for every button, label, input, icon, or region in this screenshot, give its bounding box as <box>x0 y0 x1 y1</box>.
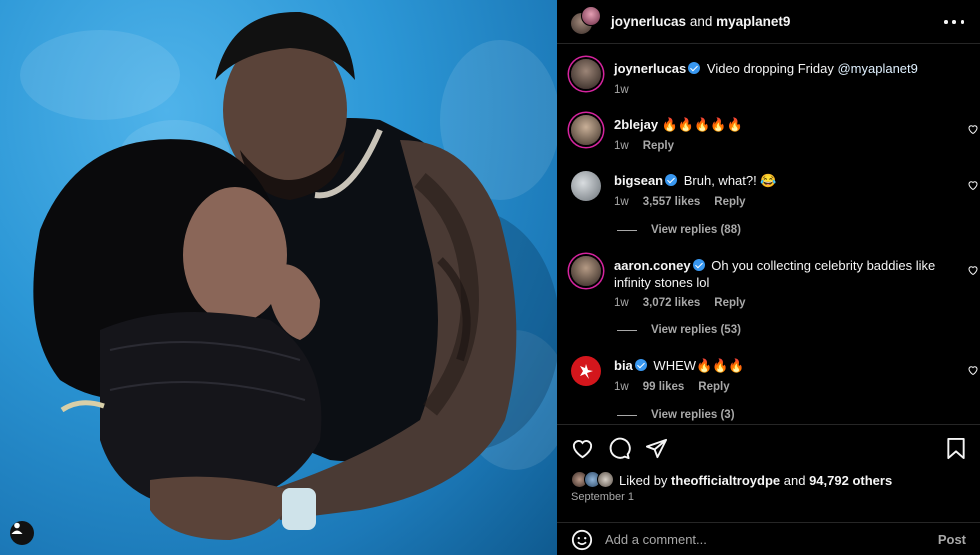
comment-username[interactable]: bigsean <box>614 173 663 188</box>
avatar[interactable] <box>571 115 601 145</box>
couple-illustration <box>33 11 517 540</box>
heart-icon[interactable] <box>571 437 594 460</box>
verified-badge-icon <box>634 359 647 371</box>
view-replies-label: View replies (3) <box>651 409 735 421</box>
header-user-link[interactable]: joynerlucas <box>611 14 686 29</box>
emoji-icon[interactable] <box>571 529 593 551</box>
post-actions: Liked by theofficialtroydpe and 94,792 o… <box>557 424 980 555</box>
liked-by-prefix: Liked by <box>619 472 668 488</box>
post-date[interactable]: September 1 <box>571 491 634 503</box>
comment-text: Bruh, what?! 😂 <box>683 173 777 188</box>
comment-time[interactable]: 1w <box>614 297 629 309</box>
view-replies-button[interactable]: View replies (53) <box>617 324 741 336</box>
avatar[interactable] <box>571 171 601 201</box>
view-replies-label: View replies (88) <box>651 224 741 236</box>
view-replies-label: View replies (53) <box>651 324 741 336</box>
comment-time[interactable]: 1w <box>614 140 629 152</box>
likes-summary: Liked by theofficialtroydpe and 94,792 o… <box>571 471 892 489</box>
comment-text: 🔥🔥🔥🔥🔥 <box>661 117 743 132</box>
liked-by-user[interactable]: theofficialtroydpe <box>671 473 780 488</box>
liker-avatars[interactable] <box>571 471 615 489</box>
add-comment-bar: Add a comment... Post <box>557 522 980 555</box>
comments-list: joynerlucas Video dropping Friday @myapl… <box>557 44 980 424</box>
verified-badge-icon <box>688 62 701 74</box>
divider-line <box>617 329 637 331</box>
more-icon[interactable] <box>944 13 964 31</box>
liked-by-and: and <box>783 472 806 488</box>
view-replies-button[interactable]: View replies (88) <box>617 224 741 236</box>
avatar[interactable] <box>571 256 601 286</box>
reply-button[interactable]: Reply <box>698 381 729 393</box>
reply-button[interactable]: Reply <box>714 297 745 309</box>
verified-badge-icon <box>692 259 705 271</box>
comment-username[interactable]: joynerlucas <box>614 61 686 76</box>
post-sidebar: joynerlucas and myaplanet9 joynerlucas V… <box>557 0 980 555</box>
post-button[interactable]: Post <box>938 532 966 547</box>
caption-text: Video dropping Friday <box>706 61 834 76</box>
comment-likes[interactable]: 3,557 likes <box>643 196 701 208</box>
divider-line <box>617 414 637 416</box>
comment-input[interactable]: Add a comment... <box>605 532 707 547</box>
verified-badge-icon <box>665 174 678 186</box>
reply-button[interactable]: Reply <box>714 196 745 208</box>
comment-like-heart-icon[interactable] <box>967 364 979 376</box>
collab-avatars[interactable] <box>570 5 602 38</box>
comment-text: WHEW🔥🔥🔥 <box>653 358 745 373</box>
comment-like-heart-icon[interactable] <box>967 179 979 191</box>
reply-button[interactable]: Reply <box>643 140 674 152</box>
share-icon[interactable] <box>645 437 668 460</box>
divider-line <box>617 229 637 231</box>
likes-count[interactable]: 94,792 others <box>809 473 892 488</box>
comment-likes[interactable]: 3,072 likes <box>643 297 701 309</box>
post-image[interactable] <box>0 0 557 555</box>
header-user-link[interactable]: myaplanet9 <box>716 14 790 29</box>
post-header: joynerlucas and myaplanet9 <box>557 0 980 44</box>
comment-username[interactable]: aaron.coney <box>614 258 691 273</box>
header-title: joynerlucas and myaplanet9 <box>611 14 790 29</box>
comment-like-heart-icon[interactable] <box>967 123 979 135</box>
avatar[interactable] <box>571 356 601 386</box>
comment-like-heart-icon[interactable] <box>967 264 979 276</box>
comment-username[interactable]: 2blejay <box>614 117 658 132</box>
comment-icon[interactable] <box>608 437 631 460</box>
header-conjunction: and <box>689 14 713 29</box>
comment-time[interactable]: 1w <box>614 84 629 96</box>
person-tag-icon[interactable] <box>10 521 34 545</box>
comment-likes[interactable]: 99 likes <box>643 381 685 393</box>
comment-time[interactable]: 1w <box>614 381 629 393</box>
comment-time[interactable]: 1w <box>614 196 629 208</box>
comment-username[interactable]: bia <box>614 358 633 373</box>
avatar[interactable] <box>571 59 601 89</box>
bookmark-icon[interactable] <box>946 437 966 460</box>
caption-mention[interactable]: @myaplanet9 <box>837 61 917 76</box>
view-replies-button[interactable]: View replies (3) <box>617 409 735 421</box>
